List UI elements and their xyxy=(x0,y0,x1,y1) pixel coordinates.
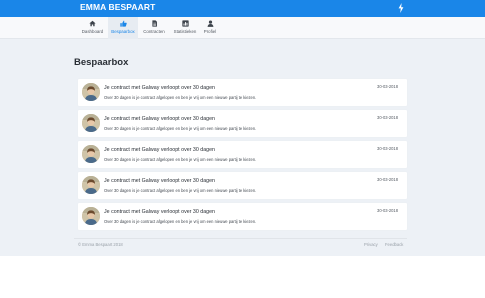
message-text: Over 30 dagen is je contract afgelopen e… xyxy=(104,95,257,100)
message-title: Je contract met Galway verloopt over 30 … xyxy=(104,85,215,91)
bolt-icon[interactable] xyxy=(397,3,405,13)
message-text: Over 30 dagen is je contract afgelopen e… xyxy=(104,219,257,224)
message-text: Over 30 dagen is je contract afgelopen e… xyxy=(104,126,257,131)
nav-item-bespaarbox[interactable]: Bespaarbox xyxy=(108,17,138,39)
footer-copyright: © Emma Bespaart 2018 xyxy=(78,242,123,247)
nav-item-profiel[interactable]: Profiel xyxy=(200,17,220,39)
avatar xyxy=(82,83,100,101)
message-title: Je contract met Galway verloopt over 30 … xyxy=(104,116,215,122)
nav-label: Statistieken xyxy=(173,29,197,34)
avatar xyxy=(82,176,100,194)
message-card[interactable]: Je contract met Galway verloopt over 30 … xyxy=(78,79,407,106)
footer-feedback-link[interactable]: Feedback xyxy=(385,242,403,247)
message-text: Over 30 dagen is je contract afgelopen e… xyxy=(104,157,257,162)
message-date: 30-03-2018 xyxy=(377,208,398,213)
message-date: 30-03-2018 xyxy=(377,146,398,151)
message-card[interactable]: Je contract met Galway verloopt over 30 … xyxy=(78,203,407,230)
footer-divider xyxy=(74,238,407,239)
message-card[interactable]: Je contract met Galway verloopt over 30 … xyxy=(78,172,407,199)
message-title: Je contract met Galway verloopt over 30 … xyxy=(104,178,215,184)
nav-item-contracten[interactable]: Contracten xyxy=(140,17,168,39)
nav-item-dashboard[interactable]: Dashboard xyxy=(78,17,107,39)
message-card[interactable]: Je contract met Galway verloopt over 30 … xyxy=(78,141,407,168)
nav-label: Contracten xyxy=(143,29,165,34)
message-text: Over 30 dagen is je contract afgelopen e… xyxy=(104,188,257,193)
avatar-image xyxy=(82,176,100,194)
footer-privacy-link[interactable]: Privacy xyxy=(364,242,378,247)
brand-logo[interactable]: EMMA BESPAART xyxy=(80,2,155,12)
page-title: Bespaarbox xyxy=(74,57,129,68)
nav-label: Profiel xyxy=(203,29,217,34)
avatar-image xyxy=(82,207,100,225)
nav-item-statistieken[interactable]: Statistieken xyxy=(170,17,200,39)
top-bar: EMMA BESPAART xyxy=(0,0,485,17)
message-date: 30-03-2018 xyxy=(377,115,398,120)
avatar-image xyxy=(82,145,100,163)
message-date: 30-03-2018 xyxy=(377,84,398,89)
user-icon xyxy=(207,20,213,27)
avatar xyxy=(82,145,100,163)
message-title: Je contract met Galway verloopt over 30 … xyxy=(104,209,215,215)
avatar xyxy=(82,207,100,225)
document-icon xyxy=(151,20,157,27)
nav-label: Dashboard xyxy=(81,29,104,34)
app-shell: EMMA BESPAART Dashboard Bespaarbox Contr… xyxy=(0,0,485,256)
home-icon xyxy=(89,20,96,27)
message-card[interactable]: Je contract met Galway verloopt over 30 … xyxy=(78,110,407,137)
message-date: 30-03-2018 xyxy=(377,177,398,182)
avatar xyxy=(82,114,100,132)
avatar-image xyxy=(82,83,100,101)
chart-icon xyxy=(181,20,189,27)
main-navigation: Dashboard Bespaarbox Contracten Statisti… xyxy=(0,17,485,39)
thumbs-up-icon xyxy=(119,20,127,27)
avatar-image xyxy=(82,114,100,132)
message-title: Je contract met Galway verloopt over 30 … xyxy=(104,147,215,153)
nav-label: Bespaarbox xyxy=(111,29,135,34)
